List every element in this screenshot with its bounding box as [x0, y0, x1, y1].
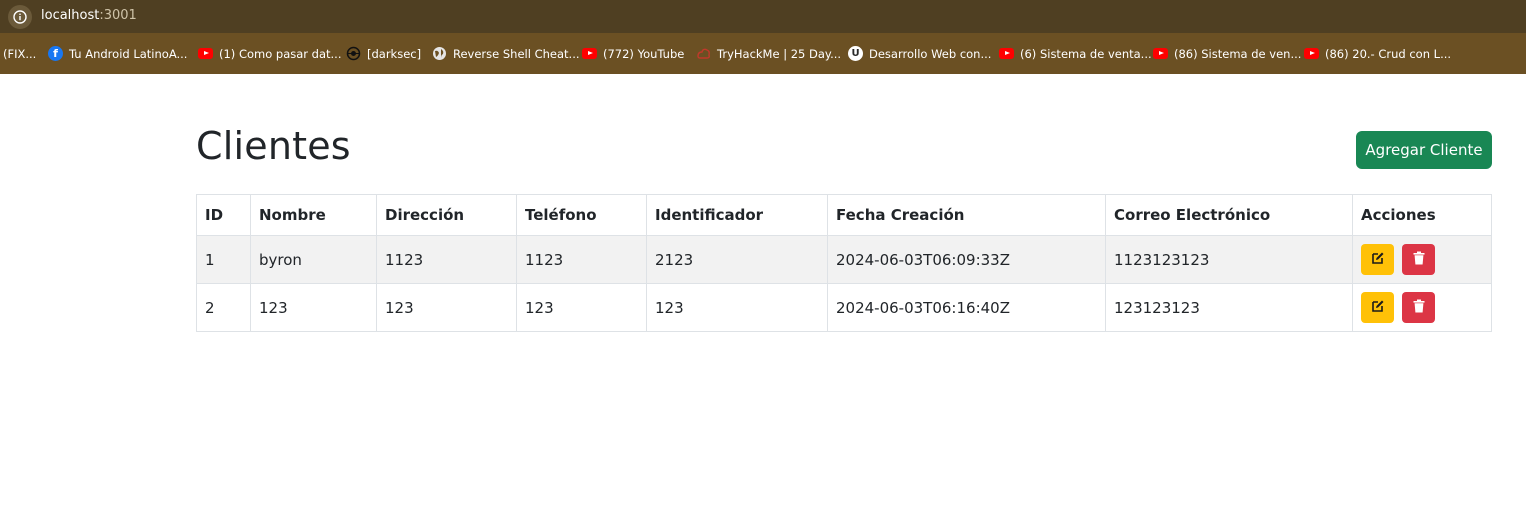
bookmark-label: (1) Como pasar dat...: [219, 46, 342, 61]
bookmark-label: (6) Sistema de venta...: [1020, 46, 1152, 61]
row-actions: [1361, 292, 1483, 323]
cell-identificador: 2123: [646, 235, 828, 284]
cell-fecha-creacion: 2024-06-03T06:09:33Z: [827, 235, 1106, 284]
cell-id: 2: [196, 283, 251, 332]
clients-table: ID Nombre Dirección Teléfono Identificad…: [196, 194, 1492, 332]
edit-button[interactable]: [1361, 244, 1394, 275]
cell-correo: 123123123: [1105, 283, 1353, 332]
edit-icon: [1371, 299, 1385, 316]
bookmark-item[interactable]: (86) Sistema de ven...: [1153, 45, 1301, 62]
table-row: 2 123 123 123 123 2024-06-03T06:16:40Z 1…: [196, 283, 1492, 332]
cell-direccion: 123: [376, 283, 517, 332]
globe-icon: [432, 46, 447, 61]
add-client-button[interactable]: Agregar Cliente: [1356, 131, 1492, 169]
youtube-icon: [1304, 46, 1319, 61]
site-info-icon[interactable]: [8, 5, 32, 29]
bookmark-item[interactable]: (86) 20.- Crud con L...: [1304, 45, 1451, 62]
youtube-icon: [1153, 46, 1168, 61]
url-host: localhost: [41, 8, 100, 23]
url-field[interactable]: localhost:3001: [41, 8, 137, 23]
column-header-acciones: Acciones: [1352, 194, 1492, 236]
column-header-telefono: Teléfono: [516, 194, 647, 236]
bookmark-label: (772) YouTube: [603, 46, 685, 61]
edit-icon: [1371, 251, 1385, 268]
bookmark-label: (FIX...: [3, 46, 37, 61]
cell-nombre: 123: [250, 283, 377, 332]
darksec-icon: [346, 46, 361, 61]
tryhackme-icon: [696, 46, 711, 61]
trash-icon: [1413, 299, 1425, 316]
page-title: Clientes: [196, 124, 351, 168]
bookmark-label: (86) Sistema de ven...: [1174, 46, 1302, 61]
edit-button[interactable]: [1361, 292, 1394, 323]
column-header-correo: Correo Electrónico: [1105, 194, 1353, 236]
bookmark-item[interactable]: (FIX...: [3, 45, 36, 62]
delete-button[interactable]: [1402, 292, 1435, 323]
cell-acciones: [1352, 283, 1492, 332]
cell-id: 1: [196, 235, 251, 284]
youtube-icon: [999, 46, 1014, 61]
column-header-identificador: Identificador: [646, 194, 828, 236]
table-header-row: ID Nombre Dirección Teléfono Identificad…: [196, 194, 1492, 236]
trash-icon: [1413, 251, 1425, 268]
bookmark-label: (86) 20.- Crud con L...: [1325, 46, 1452, 61]
bookmark-label: TryHackMe | 25 Day...: [717, 46, 842, 61]
youtube-icon: [198, 46, 213, 61]
youtube-icon: [582, 46, 597, 61]
bookmark-item[interactable]: (1) Como pasar dat...: [198, 45, 342, 62]
cell-identificador: 123: [646, 283, 828, 332]
bookmarks-bar: (FIX... f Tu Android LatinoA... (1) Como…: [0, 33, 1526, 74]
row-actions: [1361, 244, 1483, 275]
bookmark-label: Desarrollo Web con...: [869, 46, 992, 61]
bookmark-item[interactable]: TryHackMe | 25 Day...: [696, 45, 841, 62]
column-header-fecha-creacion: Fecha Creación: [827, 194, 1106, 236]
cell-correo: 1123123123: [1105, 235, 1353, 284]
cell-direccion: 1123: [376, 235, 517, 284]
column-header-nombre: Nombre: [250, 194, 377, 236]
bookmark-label: [darksec]: [367, 46, 422, 61]
bookmark-label: Tu Android LatinoA...: [69, 46, 188, 61]
bookmark-item[interactable]: [darksec]: [346, 45, 421, 62]
bookmark-item[interactable]: U Desarrollo Web con...: [848, 45, 991, 62]
url-port: :3001: [99, 8, 137, 23]
cell-telefono: 123: [516, 283, 647, 332]
bookmark-label: Reverse Shell Cheat...: [453, 46, 580, 61]
column-header-id: ID: [196, 194, 251, 236]
cell-nombre: byron: [250, 235, 377, 284]
browser-address-bar: localhost:3001: [0, 0, 1526, 33]
bookmark-item[interactable]: f Tu Android LatinoA...: [48, 45, 187, 62]
bookmark-item[interactable]: (772) YouTube: [582, 45, 684, 62]
udemy-icon: U: [848, 46, 863, 61]
delete-button[interactable]: [1402, 244, 1435, 275]
facebook-icon: f: [48, 46, 63, 61]
column-header-direccion: Dirección: [376, 194, 517, 236]
table-row: 1 byron 1123 1123 2123 2024-06-03T06:09:…: [196, 235, 1492, 284]
cell-telefono: 1123: [516, 235, 647, 284]
cell-fecha-creacion: 2024-06-03T06:16:40Z: [827, 283, 1106, 332]
cell-acciones: [1352, 235, 1492, 284]
bookmark-item[interactable]: Reverse Shell Cheat...: [432, 45, 580, 62]
bookmark-item[interactable]: (6) Sistema de venta...: [999, 45, 1152, 62]
